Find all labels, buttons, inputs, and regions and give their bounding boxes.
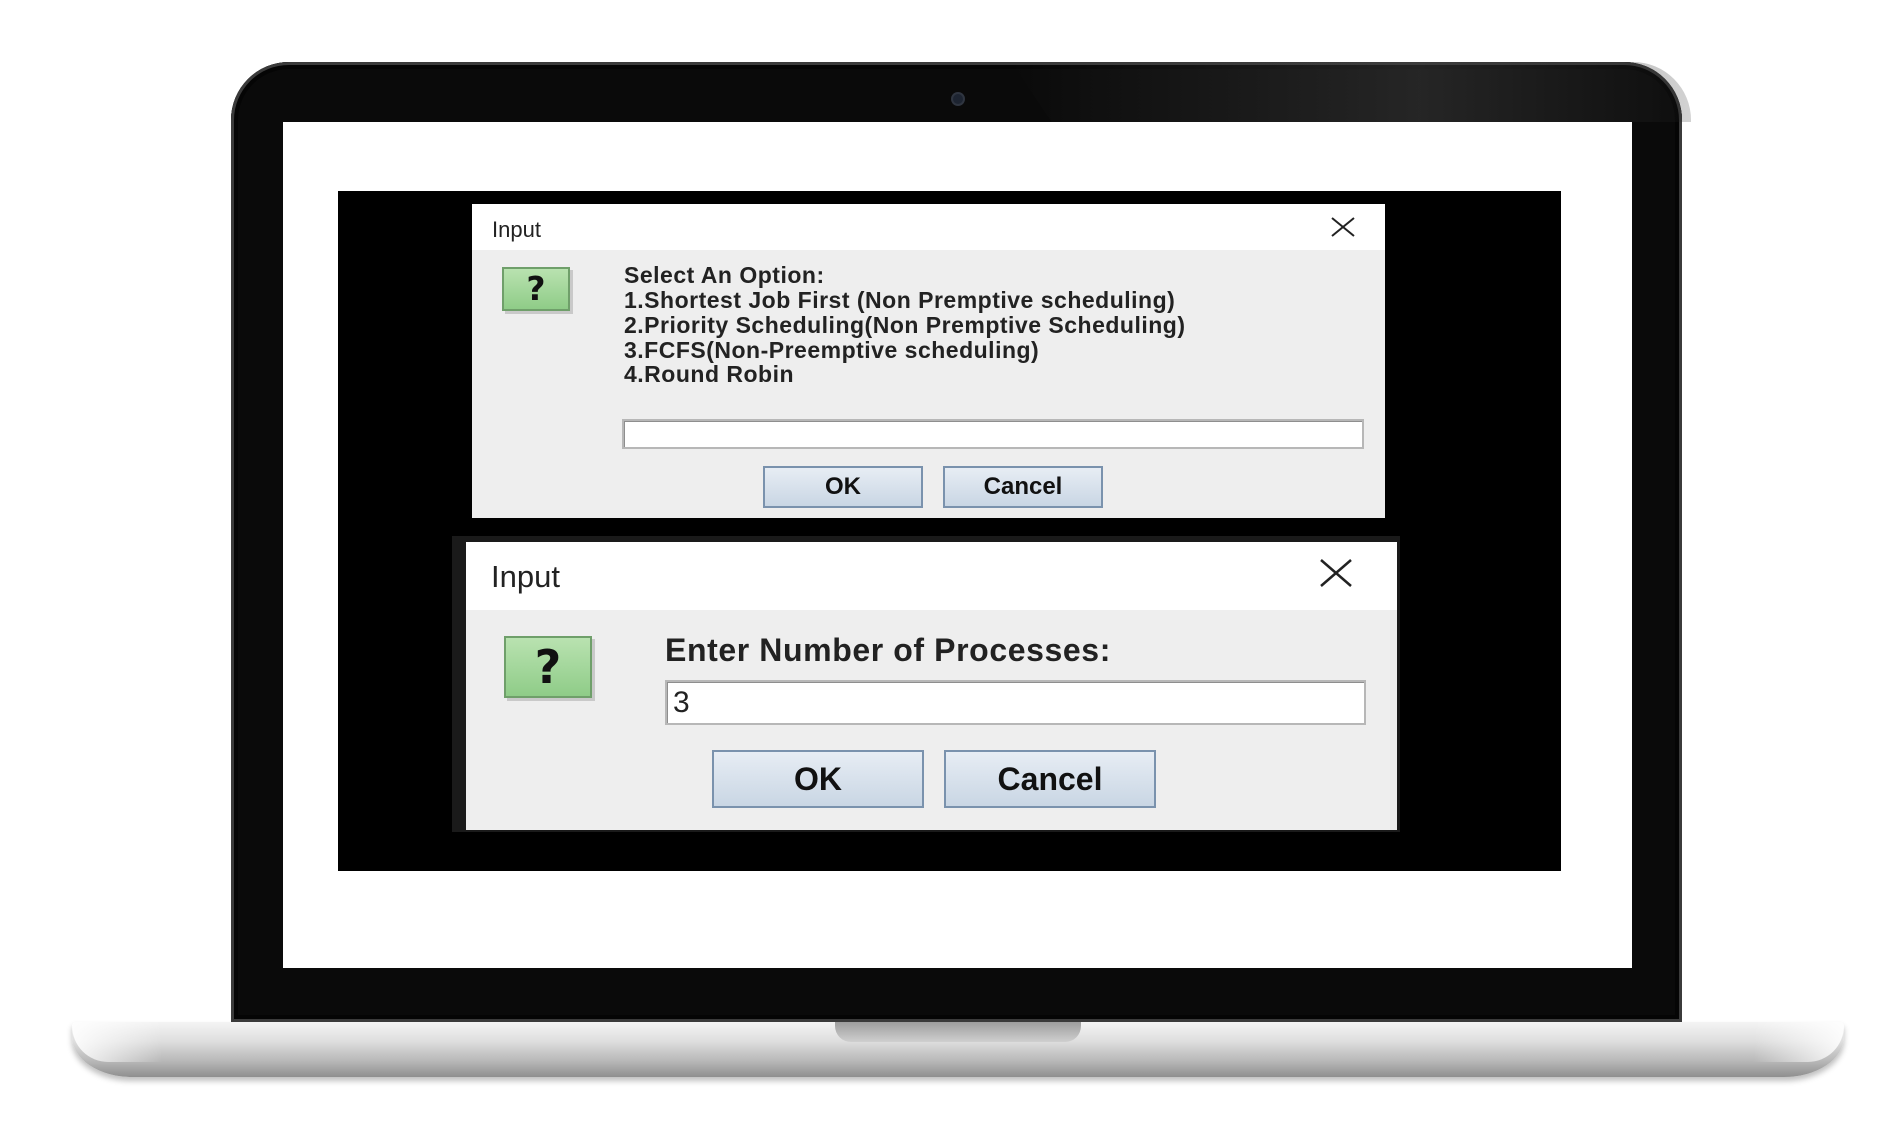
cancel-button[interactable]: Cancel	[944, 750, 1156, 808]
question-icon: ?	[504, 636, 592, 698]
base-highlight-left	[72, 1022, 162, 1062]
lid-glare	[1011, 62, 1691, 122]
processes-prompt: Enter Number of Processes:	[665, 632, 1111, 668]
ok-button[interactable]: OK	[763, 466, 923, 508]
dialog-title: Input	[491, 559, 560, 594]
message-heading: Select An Option:	[624, 262, 825, 288]
close-icon[interactable]	[1319, 558, 1353, 588]
message-option-3: 3.FCFS(Non-Preemptive scheduling)	[624, 337, 1040, 363]
option-input-field[interactable]	[622, 419, 1364, 449]
camera-icon	[953, 94, 963, 104]
close-icon[interactable]	[1330, 216, 1356, 238]
processes-input-field[interactable]	[665, 680, 1366, 725]
base-highlight-right	[1754, 1022, 1844, 1062]
cancel-button[interactable]: Cancel	[943, 466, 1103, 508]
ok-button[interactable]: OK	[712, 750, 924, 808]
laptop-notch	[835, 1022, 1081, 1042]
dialog-titlebar: Input	[472, 204, 1385, 250]
message-option-4: 4.Round Robin	[624, 361, 795, 387]
dialog-title: Input	[492, 217, 541, 242]
message-option-2: 2.Priority Scheduling(Non Premptive Sche…	[624, 312, 1186, 338]
question-icon: ?	[502, 267, 570, 311]
processes-input-dialog: Input ? Enter Number of Processes: OK Ca…	[466, 542, 1397, 830]
message-option-1: 1.Shortest Job First (Non Premptive sche…	[624, 287, 1176, 313]
dialog-titlebar: Input	[466, 542, 1397, 610]
option-input-dialog: Input ? Select An Option: 1.Shortest Job…	[472, 204, 1385, 518]
